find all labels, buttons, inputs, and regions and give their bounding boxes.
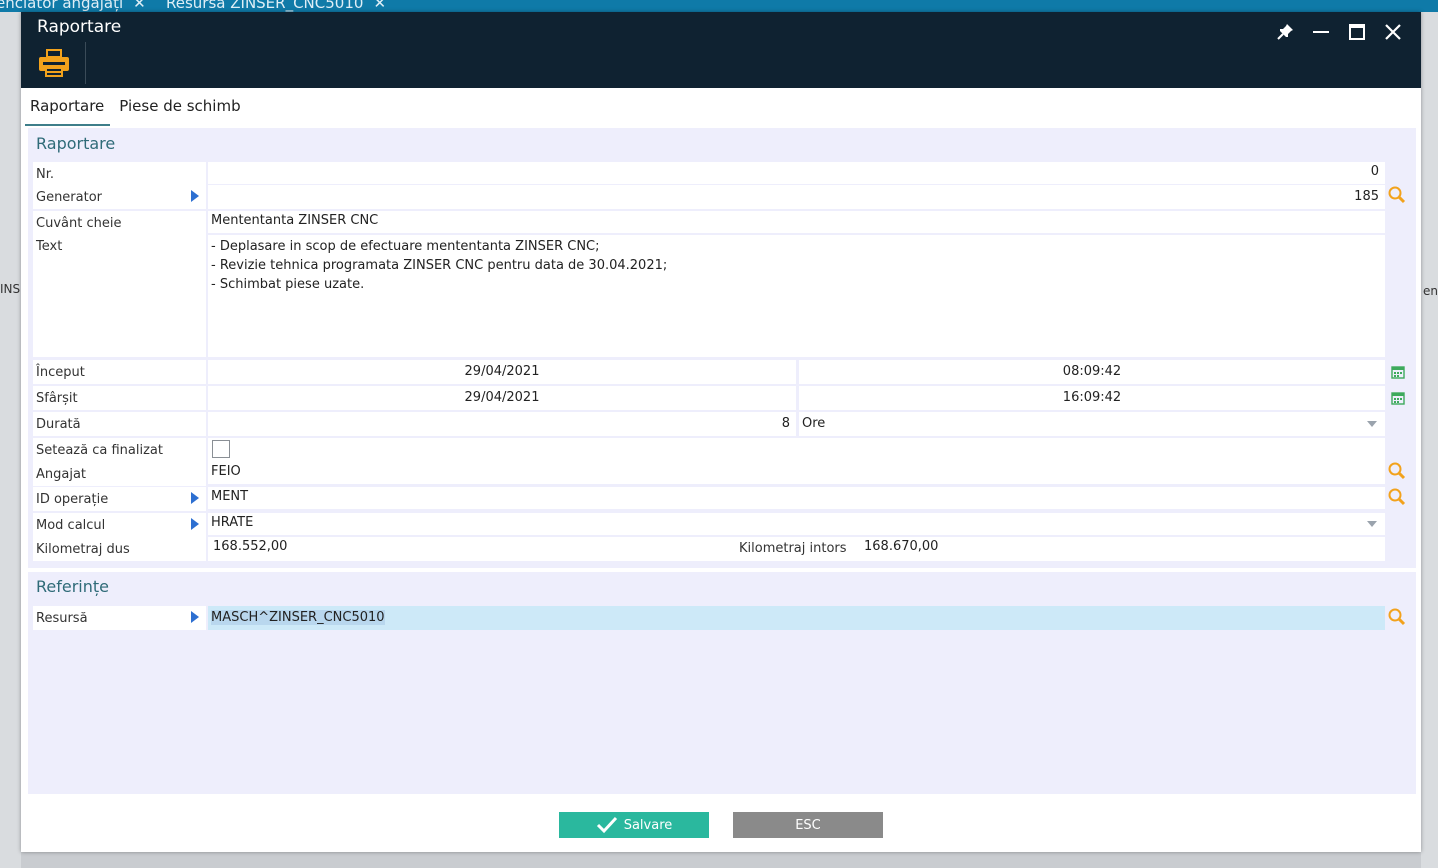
- background-tab-strip: enclator angajați ✕ Resursă ZINSER_CNC501…: [0, 0, 1438, 12]
- finalizat-label: Setează ca finalizat: [33, 438, 206, 462]
- nr-label: Nr.: [33, 162, 206, 186]
- raportare-section: Raportare Nr. 0 Generator 185 Cuvânt che…: [28, 128, 1416, 568]
- finalizat-checkbox[interactable]: [212, 440, 230, 458]
- text-line: - Revizie tehnica programata ZINSER CNC …: [211, 258, 668, 273]
- maximize-icon[interactable]: [1339, 18, 1375, 46]
- row-inceput: Început 29/04/2021 08:09:42: [33, 360, 1385, 384]
- window-controls: [1267, 18, 1411, 46]
- expand-arrow-icon[interactable]: [191, 190, 199, 202]
- calendar-icon[interactable]: [1391, 391, 1405, 405]
- inceput-time-field[interactable]: 08:09:42: [799, 360, 1385, 384]
- esc-button-label: ESC: [795, 817, 821, 833]
- background-edge-text: en: [1423, 284, 1438, 298]
- finalizat-cell: [208, 438, 1385, 462]
- text-label: Text: [33, 235, 206, 357]
- cuvant-cheie-label: Cuvânt cheie: [33, 211, 206, 235]
- save-button-label: Salvare: [623, 817, 673, 833]
- toolbar-separator: [85, 42, 86, 84]
- row-angajat: Angajat FEIO: [33, 462, 1385, 486]
- inceput-label: Început: [33, 360, 206, 384]
- print-button[interactable]: [35, 46, 73, 80]
- nr-field[interactable]: 0: [208, 162, 1385, 184]
- sfarsit-label: Sfârșit: [33, 386, 206, 410]
- cuvant-cheie-field[interactable]: Mententanta ZINSER CNC: [208, 211, 1385, 233]
- resursa-label: Resursă: [33, 606, 206, 630]
- row-sfarsit: Sfârșit 29/04/2021 16:09:42: [33, 386, 1385, 410]
- section-title-raportare: Raportare: [36, 134, 116, 153]
- search-icon[interactable]: [1387, 487, 1407, 507]
- resursa-value: MASCH^ZINSER_CNC5010: [211, 610, 385, 625]
- close-icon[interactable]: [1375, 18, 1411, 46]
- save-button[interactable]: Salvare: [559, 812, 709, 838]
- row-resursa: Resursă MASCH^ZINSER_CNC5010: [33, 606, 1385, 630]
- tab-piese-de-schimb[interactable]: Piese de schimb: [114, 92, 246, 124]
- row-nr: Nr. 0: [33, 162, 1385, 186]
- km-intors-label: Kilometraj intors: [739, 541, 847, 556]
- durata-unit-value: Ore: [802, 416, 826, 431]
- sfarsit-date-field[interactable]: 29/04/2021: [208, 386, 796, 410]
- km-intors-field[interactable]: 168.670,00: [864, 537, 938, 559]
- id-operatie-label: ID operație: [33, 487, 206, 511]
- printer-icon: [39, 49, 69, 77]
- chevron-down-icon: [1367, 521, 1377, 527]
- kilometraj-cell: 168.552,00 Kilometraj intors 168.670,00: [208, 537, 1385, 561]
- durata-unit-select[interactable]: Ore: [799, 412, 1385, 436]
- close-icon[interactable]: ✕: [373, 0, 386, 12]
- background-tab-2[interactable]: Resursă ZINSER_CNC5010 ✕: [166, 0, 386, 12]
- minimize-icon[interactable]: [1303, 18, 1339, 46]
- search-icon[interactable]: [1387, 185, 1407, 205]
- row-cuvant-cheie: Cuvânt cheie Mententanta ZINSER CNC: [33, 211, 1385, 235]
- section-title-referinte: Referințe: [36, 577, 109, 596]
- row-id-operatie: ID operație MENT: [33, 487, 1385, 511]
- text-line: - Schimbat piese uzate.: [211, 277, 365, 292]
- angajat-field[interactable]: FEIO: [208, 462, 1385, 484]
- background-tab-label: enclator angajați: [0, 0, 124, 12]
- search-icon[interactable]: [1387, 461, 1407, 481]
- row-finalizat: Setează ca finalizat: [33, 438, 1385, 462]
- background-tab-label: Resursă ZINSER_CNC5010: [166, 0, 364, 12]
- durata-label: Durată: [33, 412, 206, 436]
- expand-arrow-icon[interactable]: [191, 518, 199, 530]
- text-content: - Deplasare in scop de efectuare mentent…: [211, 237, 667, 294]
- text-line: - Deplasare in scop de efectuare mentent…: [211, 239, 600, 254]
- raportare-dialog: Raportare Raportare Piese de schimb Rapo…: [21, 12, 1421, 852]
- km-dus-field[interactable]: 168.552,00: [213, 537, 287, 559]
- search-icon[interactable]: [1387, 607, 1407, 627]
- referinte-section: Referințe Resursă MASCH^ZINSER_CNC5010: [28, 572, 1416, 794]
- row-mod-calcul: Mod calcul HRATE: [33, 513, 1385, 537]
- dialog-titlebar[interactable]: Raportare: [21, 12, 1421, 88]
- km-dus-label: Kilometraj dus: [33, 537, 206, 561]
- mod-calcul-value: HRATE: [211, 515, 254, 530]
- expand-arrow-icon[interactable]: [191, 492, 199, 504]
- background-left-area: [0, 12, 21, 868]
- pin-icon[interactable]: [1267, 18, 1303, 46]
- sfarsit-time-field[interactable]: 16:09:42: [799, 386, 1385, 410]
- dialog-title: Raportare: [37, 17, 122, 37]
- row-durata: Durată 8 Ore: [33, 412, 1385, 436]
- inceput-date-field[interactable]: 29/04/2021: [208, 360, 796, 384]
- id-operatie-field[interactable]: MENT: [208, 487, 1385, 509]
- resursa-field[interactable]: MASCH^ZINSER_CNC5010: [208, 606, 1385, 630]
- calendar-icon[interactable]: [1391, 365, 1405, 379]
- durata-value-field[interactable]: 8: [208, 412, 796, 436]
- chevron-down-icon: [1367, 421, 1377, 427]
- generator-label: Generator: [33, 185, 206, 209]
- background-edge-text: INS: [0, 282, 21, 296]
- row-text: Text - Deplasare in scop de efectuare me…: [33, 235, 1385, 357]
- background-tab-1[interactable]: enclator angajați ✕: [0, 0, 146, 12]
- generator-field[interactable]: 185: [208, 185, 1385, 209]
- row-generator: Generator 185: [33, 185, 1385, 209]
- row-kilometraj: Kilometraj dus 168.552,00 Kilometraj int…: [33, 537, 1385, 561]
- background-right-area: [1421, 12, 1438, 868]
- mod-calcul-label: Mod calcul: [33, 513, 206, 537]
- text-textarea[interactable]: - Deplasare in scop de efectuare mentent…: [208, 235, 1385, 357]
- dialog-tabs: Raportare Piese de schimb: [25, 92, 251, 126]
- checkmark-icon: [596, 816, 617, 834]
- angajat-label: Angajat: [33, 462, 206, 486]
- esc-button[interactable]: ESC: [733, 812, 883, 838]
- mod-calcul-select[interactable]: HRATE: [208, 513, 1385, 535]
- expand-arrow-icon[interactable]: [191, 611, 199, 623]
- tab-raportare[interactable]: Raportare: [25, 92, 111, 126]
- close-icon[interactable]: ✕: [133, 0, 146, 12]
